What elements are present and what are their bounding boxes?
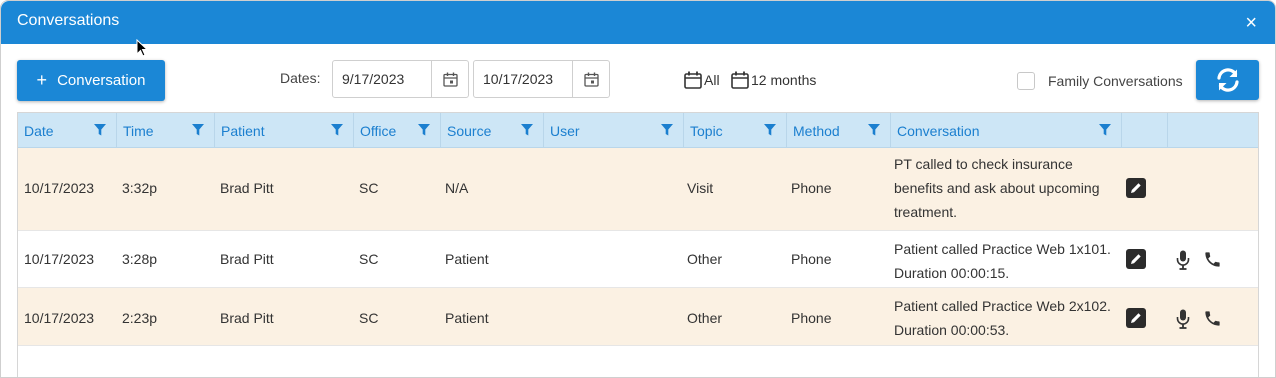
- cell-method: Phone: [791, 251, 832, 267]
- range-12-months-label: 12 months: [751, 72, 817, 88]
- column-header-source[interactable]: Source: [441, 113, 544, 147]
- column-header-user[interactable]: User: [544, 113, 684, 147]
- cell-source: N/A: [445, 180, 469, 196]
- cell-source: Patient: [445, 251, 489, 267]
- close-icon[interactable]: ×: [1245, 13, 1257, 33]
- cell-method: Phone: [791, 310, 832, 326]
- column-header-date[interactable]: Date: [18, 113, 117, 147]
- date-from-field[interactable]: 9/17/2023: [332, 60, 469, 98]
- column-label: Time: [123, 123, 154, 139]
- cell-date: 10/17/2023: [24, 251, 95, 267]
- cell-patient: Brad Pitt: [220, 180, 274, 196]
- column-header-patient[interactable]: Patient: [215, 113, 354, 147]
- cell-patient: Brad Pitt: [220, 251, 274, 267]
- title-bar: Conversations ×: [1, 1, 1275, 44]
- table-header: Date Time Patient Office Source User Top…: [18, 113, 1258, 148]
- table-row[interactable]: 10/17/2023 3:28p Brad Pitt SC Patient Ot…: [18, 231, 1258, 288]
- refresh-button[interactable]: [1196, 60, 1259, 100]
- range-all-link[interactable]: All: [684, 71, 720, 89]
- cell-topic: Other: [687, 310, 723, 326]
- range-all-label: All: [704, 72, 720, 88]
- cell-time: 2:23p: [122, 310, 158, 326]
- refresh-icon: [1216, 68, 1239, 92]
- cell-office: SC: [359, 180, 379, 196]
- column-header-conversation[interactable]: Conversation: [891, 113, 1122, 147]
- column-label: Date: [24, 123, 54, 139]
- range-12-months-link[interactable]: 12 months: [731, 71, 816, 89]
- column-label: Office: [360, 123, 397, 139]
- column-header-actions: [1168, 113, 1258, 147]
- calendar-icon[interactable]: [431, 61, 468, 97]
- family-conversations-checkbox[interactable]: [1017, 72, 1035, 90]
- cell-time: 3:28p: [122, 251, 158, 267]
- filter-icon[interactable]: [94, 124, 106, 136]
- cell-conversation: PT called to check insurance benefits an…: [894, 156, 1100, 220]
- cell-method: Phone: [791, 180, 832, 196]
- column-label: Method: [793, 123, 840, 139]
- column-label: Source: [447, 123, 492, 139]
- cell-conversation: Patient called Practice Web 1x101. Durat…: [894, 241, 1111, 281]
- filter-icon[interactable]: [1099, 124, 1111, 136]
- cell-date: 10/17/2023: [24, 310, 95, 326]
- column-label: User: [550, 123, 580, 139]
- column-header-office[interactable]: Office: [354, 113, 441, 147]
- edit-icon[interactable]: [1126, 178, 1146, 198]
- cell-topic: Visit: [687, 180, 714, 196]
- filter-icon[interactable]: [661, 124, 673, 136]
- filter-icon[interactable]: [331, 124, 343, 136]
- column-header-topic[interactable]: Topic: [684, 113, 787, 147]
- edit-icon[interactable]: [1126, 308, 1146, 328]
- cell-source: Patient: [445, 310, 489, 326]
- table-row[interactable]: 10/17/2023 2:23p Brad Pitt SC Patient Ot…: [18, 288, 1258, 346]
- filter-icon[interactable]: [418, 124, 430, 136]
- date-to-value[interactable]: 10/17/2023: [474, 61, 572, 97]
- column-label: Patient: [221, 123, 265, 139]
- cell-office: SC: [359, 251, 379, 267]
- calendar-icon: [684, 71, 702, 89]
- plus-icon: +: [36, 70, 48, 90]
- column-header-time[interactable]: Time: [117, 113, 215, 147]
- filter-icon[interactable]: [868, 124, 880, 136]
- cell-patient: Brad Pitt: [220, 310, 274, 326]
- column-label: Conversation: [897, 123, 980, 139]
- microphone-icon[interactable]: [1176, 309, 1190, 329]
- table-row[interactable]: 10/17/2023 3:32p Brad Pitt SC N/A Visit …: [18, 148, 1258, 231]
- cell-conversation: Patient called Practice Web 2x102. Durat…: [894, 298, 1111, 338]
- add-conversation-button[interactable]: + Conversation: [17, 60, 165, 101]
- column-header-method[interactable]: Method: [787, 113, 891, 147]
- filter-icon[interactable]: [192, 124, 204, 136]
- column-header-edit: [1122, 113, 1168, 147]
- date-to-field[interactable]: 10/17/2023: [473, 60, 610, 98]
- conversations-table: Date Time Patient Office Source User Top…: [17, 112, 1259, 377]
- cell-date: 10/17/2023: [24, 180, 95, 196]
- conversations-dialog: Conversations × + Conversation Dates: 9/…: [0, 0, 1276, 378]
- filter-icon[interactable]: [764, 124, 776, 136]
- cell-office: SC: [359, 310, 379, 326]
- family-conversations-toggle[interactable]: Family Conversations: [1017, 72, 1183, 90]
- edit-icon[interactable]: [1126, 249, 1146, 269]
- phone-icon[interactable]: [1203, 309, 1222, 328]
- family-conversations-label: Family Conversations: [1048, 73, 1183, 89]
- cell-topic: Other: [687, 251, 723, 267]
- calendar-icon: [731, 71, 749, 89]
- microphone-icon[interactable]: [1176, 250, 1190, 270]
- add-conversation-label: Conversation: [57, 72, 146, 89]
- cell-time: 3:32p: [122, 180, 158, 196]
- filter-icon[interactable]: [521, 124, 533, 136]
- date-from-value[interactable]: 9/17/2023: [333, 61, 431, 97]
- dialog-title: Conversations: [17, 12, 120, 29]
- mouse-cursor-icon: [136, 39, 149, 57]
- dates-label: Dates:: [280, 70, 321, 86]
- column-label: Topic: [690, 123, 723, 139]
- phone-icon[interactable]: [1203, 250, 1222, 269]
- calendar-icon[interactable]: [572, 61, 609, 97]
